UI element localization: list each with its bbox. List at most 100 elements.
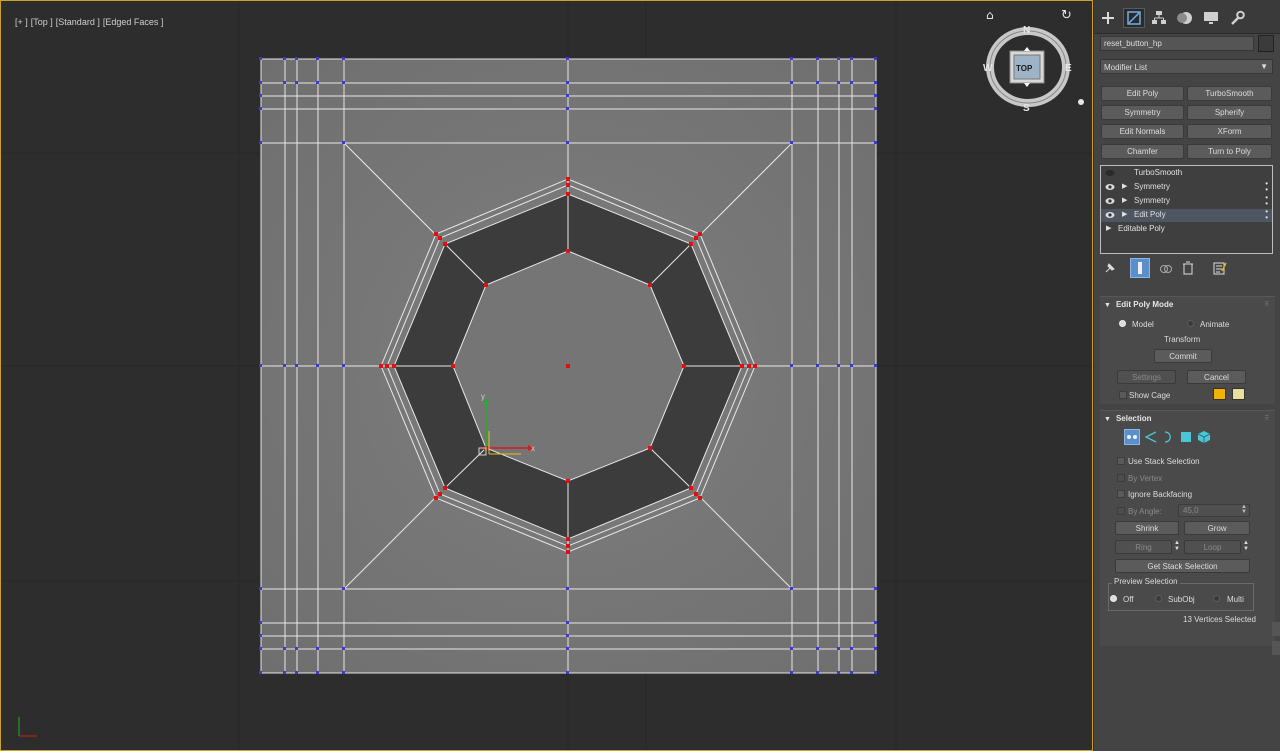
hierarchy-icon	[1152, 11, 1166, 24]
rotate-view-icon: ↻	[1061, 8, 1072, 23]
home-icon: ⌂	[986, 8, 994, 22]
cage-color-swatch-2[interactable]	[1232, 388, 1245, 400]
modifier-options-icon[interactable]: • •	[1265, 180, 1268, 194]
modifier-list-dropdown[interactable]: Modifier List ▼	[1100, 59, 1273, 74]
create-tab[interactable]	[1097, 8, 1119, 28]
stack-item-edit-poly[interactable]: ▶ Edit Poly • •	[1101, 208, 1272, 222]
show-cage-checkbox[interactable]	[1119, 391, 1127, 399]
eye-icon[interactable]	[1105, 211, 1115, 219]
element-mode-button[interactable]	[1196, 429, 1212, 445]
spinner-arrows-icon[interactable]: ▲ ▼	[1241, 504, 1247, 515]
symmetry-button[interactable]: Symmetry	[1101, 105, 1184, 120]
modify-icon	[1127, 11, 1141, 25]
vertex-mode-button[interactable]	[1124, 429, 1140, 445]
preview-subobj-radio[interactable]	[1155, 595, 1162, 602]
stack-item-label: Edit Poly	[1134, 210, 1166, 219]
preview-off-label: Off	[1123, 595, 1134, 604]
world-axis-tripod	[18, 717, 37, 737]
command-panel: Modifier List ▼ Edit Poly TurboSmooth Sy…	[1094, 0, 1280, 751]
motion-tab[interactable]	[1174, 8, 1196, 28]
edit-poly-mode-title[interactable]: ▼ Edit Poly Mode	[1104, 300, 1173, 309]
modifier-options-icon[interactable]: • •	[1265, 208, 1268, 222]
eye-off-icon[interactable]	[1105, 169, 1115, 177]
edge-mode-button[interactable]	[1143, 429, 1159, 445]
viewcube-menu-icon	[1078, 99, 1084, 105]
turbosmooth-button[interactable]: TurboSmooth	[1187, 86, 1272, 101]
utilities-tab[interactable]	[1226, 8, 1248, 28]
loop-spinner-icon[interactable]: ▲ ▼	[1243, 540, 1249, 552]
preview-multi-radio[interactable]	[1213, 595, 1220, 602]
panel-scroll-tab[interactable]	[1272, 622, 1280, 636]
gizmo-y-label: y	[481, 392, 485, 401]
selection-rollout: ▼ Selection ⠿ Use Stack Selection By Vert…	[1100, 410, 1275, 646]
hierarchy-tab[interactable]	[1148, 8, 1170, 28]
stack-item-symmetry-2[interactable]: ▶ Symmetry • •	[1101, 194, 1272, 208]
modify-tab[interactable]	[1123, 8, 1145, 28]
stack-item-editable-poly[interactable]: ▶ Editable Poly	[1101, 223, 1272, 236]
command-panel-tabs	[1094, 0, 1280, 34]
use-stack-selection-checkbox[interactable]	[1117, 457, 1125, 465]
top-viewport[interactable]: [+ ] [Top ] [Standard ] [Edged Faces ] y…	[0, 0, 1093, 751]
pin-icon	[1105, 263, 1115, 273]
polygon-mode-button[interactable]	[1178, 429, 1194, 445]
edit-poly-mode-rollout: ▼ Edit Poly Mode ⠿ Model Animate Transfor…	[1100, 296, 1275, 404]
viewport-scene[interactable]: y x	[1, 1, 1093, 751]
expand-arrow-icon[interactable]: ▶	[1122, 210, 1127, 218]
compass-south: S	[1023, 103, 1030, 114]
rollout-handle-icon[interactable]: ⠿	[1265, 301, 1269, 308]
expand-arrow-icon[interactable]: ▶	[1122, 196, 1127, 204]
cage-color-swatch-1[interactable]	[1213, 388, 1226, 400]
panel-scroll-tab[interactable]	[1272, 641, 1280, 655]
edit-poly-button[interactable]: Edit Poly	[1101, 86, 1184, 101]
configure-modifier-sets-icon	[1213, 262, 1227, 275]
object-color-swatch[interactable]	[1258, 35, 1274, 52]
edit-normals-button[interactable]: Edit Normals	[1101, 124, 1184, 139]
object-name-field[interactable]	[1100, 36, 1254, 51]
shrink-button[interactable]: Shrink	[1115, 521, 1179, 535]
animate-label: Animate	[1200, 320, 1230, 329]
cancel-button[interactable]: Cancel	[1187, 370, 1246, 384]
spherify-button[interactable]: Spherify	[1187, 105, 1272, 120]
grow-button[interactable]: Grow	[1184, 521, 1250, 535]
preview-off-radio[interactable]	[1110, 595, 1117, 602]
remove-modifier-button[interactable]	[1178, 258, 1198, 278]
stack-item-turbosmooth[interactable]: TurboSmooth	[1101, 167, 1272, 180]
modifier-stack[interactable]: TurboSmooth ▶ Symmetry • • ▶ Symmetry • • …	[1100, 165, 1273, 254]
expand-arrow-icon[interactable]: ▶	[1122, 182, 1127, 190]
commit-button[interactable]: Commit	[1154, 349, 1212, 363]
get-stack-selection-button[interactable]: Get Stack Selection	[1115, 559, 1250, 573]
configure-sets-button[interactable]	[1210, 258, 1230, 278]
by-angle-label: By Angle:	[1128, 507, 1162, 516]
xform-button[interactable]: XForm	[1187, 124, 1272, 139]
compass-east: E	[1065, 63, 1072, 74]
ring-button[interactable]: Ring	[1115, 540, 1172, 554]
chamfer-button[interactable]: Chamfer	[1101, 144, 1184, 159]
polygon-icon	[1181, 432, 1191, 442]
by-angle-checkbox[interactable]	[1117, 507, 1125, 515]
animate-radio[interactable]	[1187, 320, 1194, 327]
create-plus-icon	[1102, 12, 1114, 24]
modifier-options-icon[interactable]: • •	[1265, 194, 1268, 208]
show-end-result-button[interactable]	[1130, 258, 1150, 278]
ignore-backfacing-checkbox[interactable]	[1117, 490, 1125, 498]
pin-stack-button[interactable]	[1100, 258, 1120, 278]
model-radio[interactable]	[1119, 320, 1126, 327]
settings-button[interactable]: Settings	[1117, 370, 1176, 384]
angle-spinner[interactable]: 45,0 ▲ ▼	[1178, 504, 1250, 517]
expand-arrow-icon[interactable]: ▶	[1106, 224, 1111, 232]
vertex-icon	[1127, 435, 1137, 439]
eye-icon[interactable]	[1105, 183, 1115, 191]
by-vertex-checkbox[interactable]	[1117, 474, 1125, 482]
make-unique-button[interactable]	[1156, 258, 1176, 278]
border-mode-button[interactable]	[1160, 429, 1176, 445]
stack-item-symmetry-1[interactable]: ▶ Symmetry • •	[1101, 180, 1272, 194]
viewcube[interactable]: ⌂ ↻ TOP N S E W	[983, 5, 1091, 115]
display-tab[interactable]	[1200, 8, 1222, 28]
selection-title[interactable]: ▼ Selection	[1104, 414, 1152, 423]
edge-icon	[1145, 431, 1157, 443]
turn-to-poly-button[interactable]: Turn to Poly	[1187, 144, 1272, 159]
rollout-handle-icon[interactable]: ⠿	[1265, 415, 1269, 422]
ring-spinner-icon[interactable]: ▲ ▼	[1174, 540, 1180, 552]
loop-button[interactable]: Loop	[1184, 540, 1241, 554]
eye-icon[interactable]	[1105, 197, 1115, 205]
